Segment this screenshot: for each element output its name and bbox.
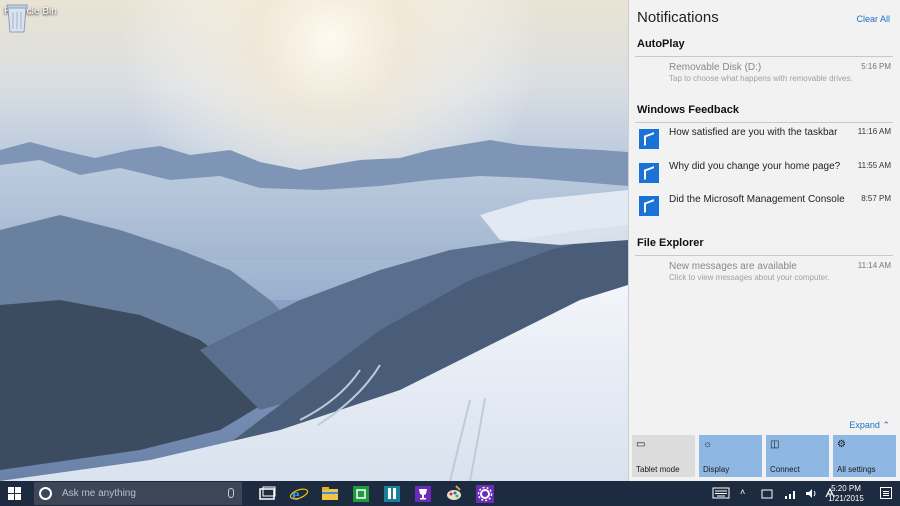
microphone-icon[interactable]: [228, 488, 234, 498]
notification-item[interactable]: Removable Disk (D:) Tap to choose what h…: [635, 62, 893, 88]
search-box[interactable]: Ask me anything: [34, 482, 242, 505]
notification-time: 8:57 PM: [861, 194, 891, 203]
notification-item[interactable]: Why did you change your home page? 11:55…: [635, 161, 893, 187]
notification-title: New messages are available: [669, 261, 797, 272]
quick-action-label: Connect: [770, 465, 800, 474]
notification-subtitle: Tap to choose what happens with removabl…: [669, 74, 853, 83]
panel-title: Notifications: [637, 9, 719, 26]
start-button[interactable]: [0, 481, 30, 506]
notification-title: Removable Disk (D:): [669, 62, 762, 73]
feedback-icon: [639, 196, 659, 216]
expand-label: Expand: [849, 420, 880, 430]
notification-subtitle: Click to view messages about your comput…: [669, 273, 830, 282]
windows-logo-icon: [8, 487, 14, 493]
group-header-autoplay: AutoPlay: [637, 38, 685, 50]
recycle-bin[interactable]: Recycle Bin: [4, 2, 57, 33]
action-center-panel: Notifications Clear All AutoPlay Removab…: [628, 0, 900, 481]
clock[interactable]: 5:20 PM 1/21/2015: [822, 484, 870, 504]
group-divider: [635, 122, 893, 123]
notification-item[interactable]: Did the Microsoft Management Console 8:5…: [635, 194, 893, 220]
tablet-status-icon[interactable]: [760, 489, 774, 499]
group-divider: [635, 56, 893, 57]
windows-logo-pane: [8, 494, 14, 500]
notification-title: Did the Microsoft Management Console: [669, 194, 845, 205]
quick-action-label: All settings: [837, 465, 876, 474]
quick-action-display[interactable]: ☼ Display: [699, 435, 762, 477]
group-header-windows-feedback: Windows Feedback: [637, 104, 739, 116]
quick-action-label: Display: [703, 465, 730, 474]
feedback-icon: [639, 129, 659, 149]
group-divider: [635, 255, 893, 256]
paint-icon[interactable]: [444, 484, 464, 503]
notification-time: 11:55 AM: [857, 161, 891, 170]
chevron-up-icon: ⌃: [882, 420, 890, 430]
keyboard-icon[interactable]: [712, 487, 730, 499]
cortana-icon: [39, 487, 52, 500]
trophy-icon[interactable]: [413, 484, 433, 503]
quick-action-connect[interactable]: ◫ Connect: [766, 435, 829, 477]
file-explorer-icon[interactable]: [320, 484, 340, 503]
notification-item[interactable]: New messages are available Click to view…: [635, 261, 893, 287]
task-view-icon[interactable]: [257, 484, 277, 503]
show-hidden-icons-chevron-up-icon[interactable]: ˄: [740, 487, 745, 506]
notification-title: Why did you change your home page?: [669, 161, 841, 172]
svg-text:e: e: [292, 485, 300, 503]
quick-action-all-settings[interactable]: ⚙ All settings: [833, 435, 896, 477]
windows-logo-pane: [15, 494, 21, 500]
notification-time: 11:14 AM: [857, 261, 891, 270]
display-icon: ☼: [703, 439, 713, 450]
action-center-icon[interactable]: [880, 487, 892, 499]
feedback-icon: [639, 163, 659, 183]
quick-action-label: Tablet mode: [636, 465, 680, 474]
settings-app-icon[interactable]: [475, 484, 495, 503]
taskbar: Ask me anything e ˄ 5:20 PM 1/21/2015: [0, 481, 900, 506]
internet-explorer-icon[interactable]: e: [289, 484, 309, 503]
tablet-icon: ▭: [636, 439, 646, 450]
recycle-bin-icon: [6, 4, 28, 33]
clock-time: 5:20 PM: [831, 484, 861, 493]
notification-title: How satisfied are you with the taskbar: [669, 127, 838, 138]
windows-logo-pane: [15, 487, 21, 493]
clear-all-link[interactable]: Clear All: [856, 14, 890, 24]
notification-item[interactable]: How satisfied are you with the taskbar 1…: [635, 127, 893, 153]
calculator-icon[interactable]: [382, 484, 402, 503]
search-placeholder: Ask me anything: [62, 488, 136, 499]
group-header-file-explorer: File Explorer: [637, 237, 704, 249]
clock-date: 1/21/2015: [828, 494, 864, 503]
settings-icon: ⚙: [837, 439, 846, 450]
quick-action-tablet-mode[interactable]: ▭ Tablet mode: [632, 435, 695, 477]
connect-icon: ◫: [770, 439, 780, 450]
expand-button[interactable]: Expand ⌃: [849, 420, 890, 431]
network-icon[interactable]: [784, 488, 798, 499]
store-icon[interactable]: [351, 484, 371, 503]
volume-icon[interactable]: [805, 488, 819, 499]
notification-time: 5:16 PM: [861, 62, 891, 71]
notification-time: 11:16 AM: [857, 127, 891, 136]
quick-actions: ▭ Tablet mode ☼ Display ◫ Connect ⚙ All …: [632, 435, 898, 477]
